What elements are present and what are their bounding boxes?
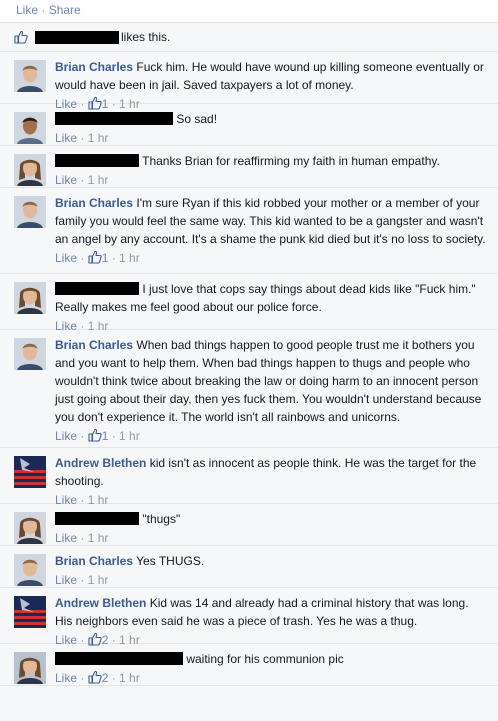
comment-author[interactable]: Andrew Blethen — [55, 456, 146, 470]
redacted-author — [55, 154, 139, 167]
comment: Andrew Blethen kid isn't as innocent as … — [0, 448, 498, 507]
comment-time[interactable]: 1 hr — [88, 531, 109, 545]
comment-meta: Like · 1 · 1 hr — [55, 250, 140, 265]
separator-dot: · — [41, 3, 46, 17]
like-post-link[interactable]: Like — [16, 3, 38, 17]
comment-meta: Like · 1 hr — [55, 573, 109, 587]
avatar[interactable] — [14, 456, 46, 488]
thumbs-up-icon — [88, 670, 102, 684]
comment: waiting for his communion pic Like · 2 · … — [0, 644, 498, 686]
comment: Brian Charles I'm sure Ryan if this kid … — [0, 188, 498, 274]
redacted-name — [35, 30, 119, 44]
comment: Andrew Blethen Kid was 14 and already ha… — [0, 588, 498, 647]
comment-body: Brian Charles When bad things happen to … — [55, 336, 488, 426]
comment-body: So sad! — [55, 110, 488, 128]
like-count-value: 1 — [101, 429, 109, 443]
avatar[interactable] — [14, 652, 46, 684]
comment: "thugs" Like · 1 hr — [0, 504, 498, 546]
like-count[interactable]: 1 — [88, 428, 109, 443]
comment-meta: Like · 1 hr — [55, 131, 109, 145]
comment-list: Brian Charles Fuck him. He would have wo… — [0, 52, 498, 686]
comment-body: Brian Charles Fuck him. He would have wo… — [55, 58, 488, 94]
avatar[interactable] — [14, 338, 46, 370]
avatar[interactable] — [14, 60, 46, 92]
comment-author[interactable]: Brian Charles — [55, 60, 133, 74]
comment: I just love that cops say things about d… — [0, 274, 498, 333]
comment-meta: Like · 1 hr — [55, 531, 109, 545]
comment-time[interactable]: 1 hr — [88, 131, 109, 145]
avatar[interactable] — [14, 112, 46, 144]
comment-text: Yes THUGS. — [136, 554, 205, 568]
comment-time[interactable]: 1 hr — [119, 251, 140, 265]
comment-text: Thanks Brian for reaffirming my faith in… — [142, 154, 440, 168]
comment-author[interactable]: Brian Charles — [55, 196, 133, 210]
comment: So sad! Like · 1 hr — [0, 104, 498, 146]
likes-summary: likes this. — [0, 23, 498, 52]
avatar[interactable] — [14, 512, 46, 544]
comment-text: waiting for his communion pic — [186, 652, 344, 666]
like-count[interactable]: 2 — [88, 670, 109, 685]
comment-meta: Like · 1 · 1 hr — [55, 428, 140, 443]
thumbs-up-icon — [14, 30, 28, 44]
like-comment-link[interactable]: Like — [55, 531, 77, 545]
comment-time[interactable]: 1 hr — [119, 429, 140, 443]
comment-body: Andrew Blethen Kid was 14 and already ha… — [55, 594, 488, 630]
comment-body: Brian Charles Yes THUGS. — [55, 552, 488, 570]
comment-meta: Like · 1 hr — [55, 173, 109, 187]
like-count-value: 1 — [101, 251, 109, 265]
avatar[interactable] — [14, 282, 46, 314]
thumbs-up-icon — [88, 428, 102, 442]
like-comment-link[interactable]: Like — [55, 251, 77, 265]
comment-time[interactable]: 1 hr — [88, 173, 109, 187]
avatar[interactable] — [14, 196, 46, 228]
share-post-link[interactable]: Share — [49, 3, 81, 17]
comment-body: Brian Charles I'm sure Ryan if this kid … — [55, 194, 488, 248]
avatar[interactable] — [14, 154, 46, 186]
thumbs-up-icon — [88, 250, 102, 264]
comment: Brian Charles Yes THUGS. Like · 1 hr — [0, 546, 498, 588]
comment-body: waiting for his communion pic — [55, 650, 488, 668]
comment-meta: Like · 2 · 1 hr — [55, 670, 140, 685]
comment-body: Andrew Blethen kid isn't as innocent as … — [55, 454, 488, 490]
comment-author[interactable]: Brian Charles — [55, 338, 133, 352]
comment-author[interactable]: Andrew Blethen — [55, 596, 146, 610]
redacted-author — [55, 512, 139, 525]
comment: Brian Charles Fuck him. He would have wo… — [0, 52, 498, 111]
like-comment-link[interactable]: Like — [55, 131, 77, 145]
redacted-author — [55, 652, 183, 665]
like-comment-link[interactable]: Like — [55, 173, 77, 187]
comment-time[interactable]: 1 hr — [88, 573, 109, 587]
comment-time[interactable]: 1 hr — [119, 671, 140, 685]
like-comment-link[interactable]: Like — [55, 671, 77, 685]
redacted-author — [55, 112, 173, 125]
avatar[interactable] — [14, 554, 46, 586]
comment-body: I just love that cops say things about d… — [55, 280, 488, 316]
like-comment-link[interactable]: Like — [55, 573, 77, 587]
like-count[interactable]: 1 — [88, 250, 109, 265]
likes-text: likes this. — [121, 30, 171, 44]
comments-panel: likes this. Brian Charles Fuck him. He w… — [0, 22, 498, 721]
comment-body: Thanks Brian for reaffirming my faith in… — [55, 152, 488, 170]
avatar[interactable] — [14, 596, 46, 628]
post-actions-bar: Like · Share — [0, 0, 498, 22]
comment: Brian Charles When bad things happen to … — [0, 330, 498, 448]
comment: Thanks Brian for reaffirming my faith in… — [0, 146, 498, 188]
like-comment-link[interactable]: Like — [55, 429, 77, 443]
comment-body: "thugs" — [55, 510, 488, 528]
comment-author[interactable]: Brian Charles — [55, 554, 133, 568]
comment-text: So sad! — [176, 112, 218, 126]
redacted-author — [55, 282, 139, 295]
like-count-value: 2 — [101, 671, 109, 685]
comment-text: "thugs" — [142, 512, 181, 526]
